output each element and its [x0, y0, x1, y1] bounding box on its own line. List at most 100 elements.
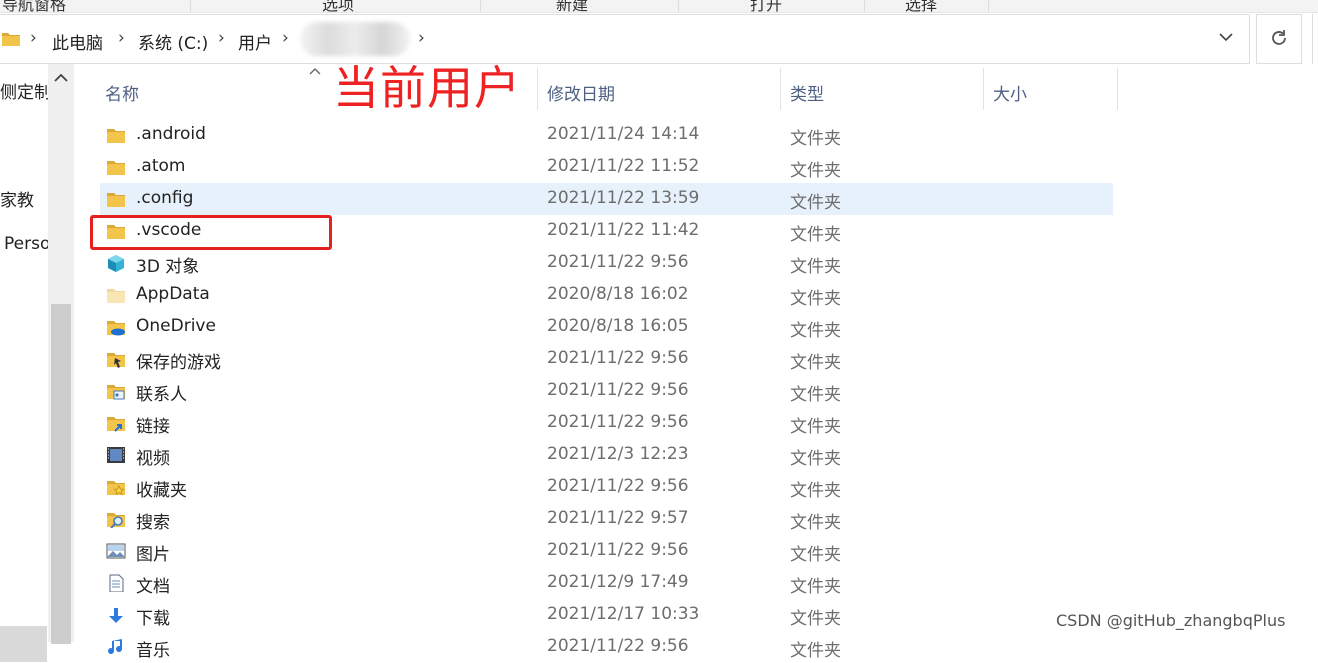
ribbon-nav-pane[interactable]: 导航窗格: [2, 0, 66, 12]
file-type: 文件夹: [790, 353, 841, 373]
table-row[interactable]: 3D 对象 2021/11/22 9:56 文件夹: [100, 247, 1113, 279]
nav-scrollbar[interactable]: [48, 64, 74, 644]
file-name: 音乐: [136, 641, 170, 661]
file-date: 2021/11/22 9:56: [547, 476, 689, 496]
searches-icon: [107, 513, 125, 528]
table-row[interactable]: 收藏夹 2021/11/22 9:56 文件夹: [100, 471, 1113, 503]
file-name: 视频: [136, 449, 170, 469]
search-box-edge[interactable]: [1312, 14, 1318, 64]
refresh-icon: [1272, 30, 1286, 45]
table-row[interactable]: 音乐 2021/11/22 9:56 文件夹: [100, 631, 1113, 663]
file-date: 2020/8/18 16:05: [547, 316, 689, 336]
file-date: 2021/11/22 9:56: [547, 380, 689, 400]
file-name: 联系人: [136, 385, 187, 405]
favorites-icon: [107, 481, 125, 496]
file-name: .config: [136, 188, 194, 208]
breadcrumb-system-c[interactable]: 系统 (C:): [138, 29, 208, 54]
file-type: 文件夹: [790, 385, 841, 405]
file-date: 2021/11/22 11:42: [547, 220, 700, 240]
ribbon-options[interactable]: 选项: [322, 0, 354, 12]
chevron-down-icon[interactable]: [1218, 29, 1234, 49]
ribbon-strip: 导航窗格 选项 新建 打开 选择: [0, 0, 1318, 13]
folder-faded-icon: [107, 289, 125, 303]
nav-item-tutor[interactable]: 家教: [0, 186, 48, 211]
file-date: 2021/12/3 12:23: [547, 444, 689, 464]
file-name: 文档: [136, 577, 170, 597]
chevron-right-icon: ›: [282, 28, 289, 48]
chevron-right-icon: ›: [118, 28, 125, 48]
music-icon: [108, 639, 123, 655]
nav-item-customize[interactable]: 侧定制: [0, 78, 48, 103]
table-row[interactable]: 联系人 2021/11/22 9:56 文件夹: [100, 375, 1113, 407]
blurred-username: [300, 22, 410, 56]
annotation-current-user: 当前用户: [333, 61, 521, 115]
links-icon: [107, 417, 125, 432]
file-date: 2021/12/9 17:49: [547, 572, 689, 592]
ribbon-new[interactable]: 新建: [556, 0, 588, 12]
file-date: 2021/11/22 13:59: [547, 188, 700, 208]
folder-icon: [107, 193, 125, 207]
watermark: CSDN @gitHub_zhangbqPlus: [1056, 611, 1286, 630]
table-row[interactable]: 视频 2021/12/3 12:23 文件夹: [100, 439, 1113, 471]
file-type: 文件夹: [790, 225, 841, 245]
table-row[interactable]: 图片 2021/11/22 9:56 文件夹: [100, 535, 1113, 567]
table-row[interactable]: .config 2021/11/22 13:59 文件夹: [100, 183, 1113, 215]
3d-objects-icon: [108, 255, 124, 272]
file-date: 2021/11/22 11:52: [547, 156, 700, 176]
table-row[interactable]: .atom 2021/11/22 11:52 文件夹: [100, 151, 1113, 183]
chevron-right-icon: ›: [218, 28, 225, 48]
file-type: 文件夹: [790, 257, 841, 277]
nav-item-personal[interactable]: Perso: [4, 234, 52, 254]
table-row[interactable]: 下载 2021/12/17 10:33 文件夹: [100, 599, 1113, 631]
file-name: 收藏夹: [136, 481, 187, 501]
file-date: 2021/11/22 9:56: [547, 348, 689, 368]
ribbon-select[interactable]: 选择: [905, 0, 937, 12]
file-type: 文件夹: [790, 417, 841, 437]
pictures-icon: [106, 543, 126, 559]
file-type: 文件夹: [790, 481, 841, 501]
file-type: 文件夹: [790, 513, 841, 533]
table-row[interactable]: AppData 2020/8/18 16:02 文件夹: [100, 279, 1113, 311]
file-type: 文件夹: [790, 129, 841, 149]
file-name: 搜索: [136, 513, 170, 533]
file-name: .atom: [136, 156, 186, 176]
file-type: 文件夹: [790, 449, 841, 469]
file-type: 文件夹: [790, 577, 841, 597]
folder-icon: [107, 161, 125, 175]
table-row[interactable]: 搜索 2021/11/22 9:57 文件夹: [100, 503, 1113, 535]
annotation-highlight-box: [90, 215, 332, 250]
breadcrumb-users[interactable]: 用户: [238, 29, 272, 54]
file-type: 文件夹: [790, 193, 841, 213]
table-row[interactable]: .android 2021/11/24 14:14 文件夹: [100, 119, 1113, 151]
contacts-icon: [107, 385, 125, 400]
file-date: 2021/11/22 9:56: [547, 412, 689, 432]
file-name: 图片: [136, 545, 170, 565]
refresh-button[interactable]: [1256, 14, 1302, 64]
folder-icon: [2, 33, 20, 46]
file-date: 2021/11/22 9:56: [547, 252, 689, 272]
file-name: 3D 对象: [136, 257, 200, 277]
folder-icon: [107, 129, 125, 143]
file-date: 2020/8/18 16:02: [547, 284, 689, 304]
sort-up-icon: [309, 64, 321, 80]
chevron-right-icon: ›: [30, 28, 37, 48]
ribbon-open[interactable]: 打开: [750, 0, 782, 12]
file-date: 2021/11/22 9:57: [547, 508, 689, 528]
documents-icon: [109, 574, 124, 592]
nav-selected-item[interactable]: [0, 626, 47, 662]
file-date: 2021/12/17 10:33: [547, 604, 700, 624]
file-type: 文件夹: [790, 641, 841, 661]
table-row[interactable]: 链接 2021/11/22 9:56 文件夹: [100, 407, 1113, 439]
file-name: 链接: [136, 417, 170, 437]
breadcrumb-this-pc[interactable]: 此电脑: [52, 29, 103, 54]
file-name: 保存的游戏: [136, 353, 221, 373]
scrollbar-thumb[interactable]: [51, 304, 71, 644]
table-row[interactable]: OneDrive 2020/8/18 16:05 文件夹: [100, 311, 1113, 343]
onedrive-folder-icon: [107, 321, 125, 336]
chevron-up-icon[interactable]: [54, 72, 68, 88]
file-type: 文件夹: [790, 161, 841, 181]
table-row[interactable]: 文档 2021/12/9 17:49 文件夹: [100, 567, 1113, 599]
file-type: 文件夹: [790, 609, 841, 629]
table-row[interactable]: 保存的游戏 2021/11/22 9:56 文件夹: [100, 343, 1113, 375]
address-bar[interactable]: › 此电脑 › 系统 (C:) › 用户 › ›: [0, 14, 1250, 64]
